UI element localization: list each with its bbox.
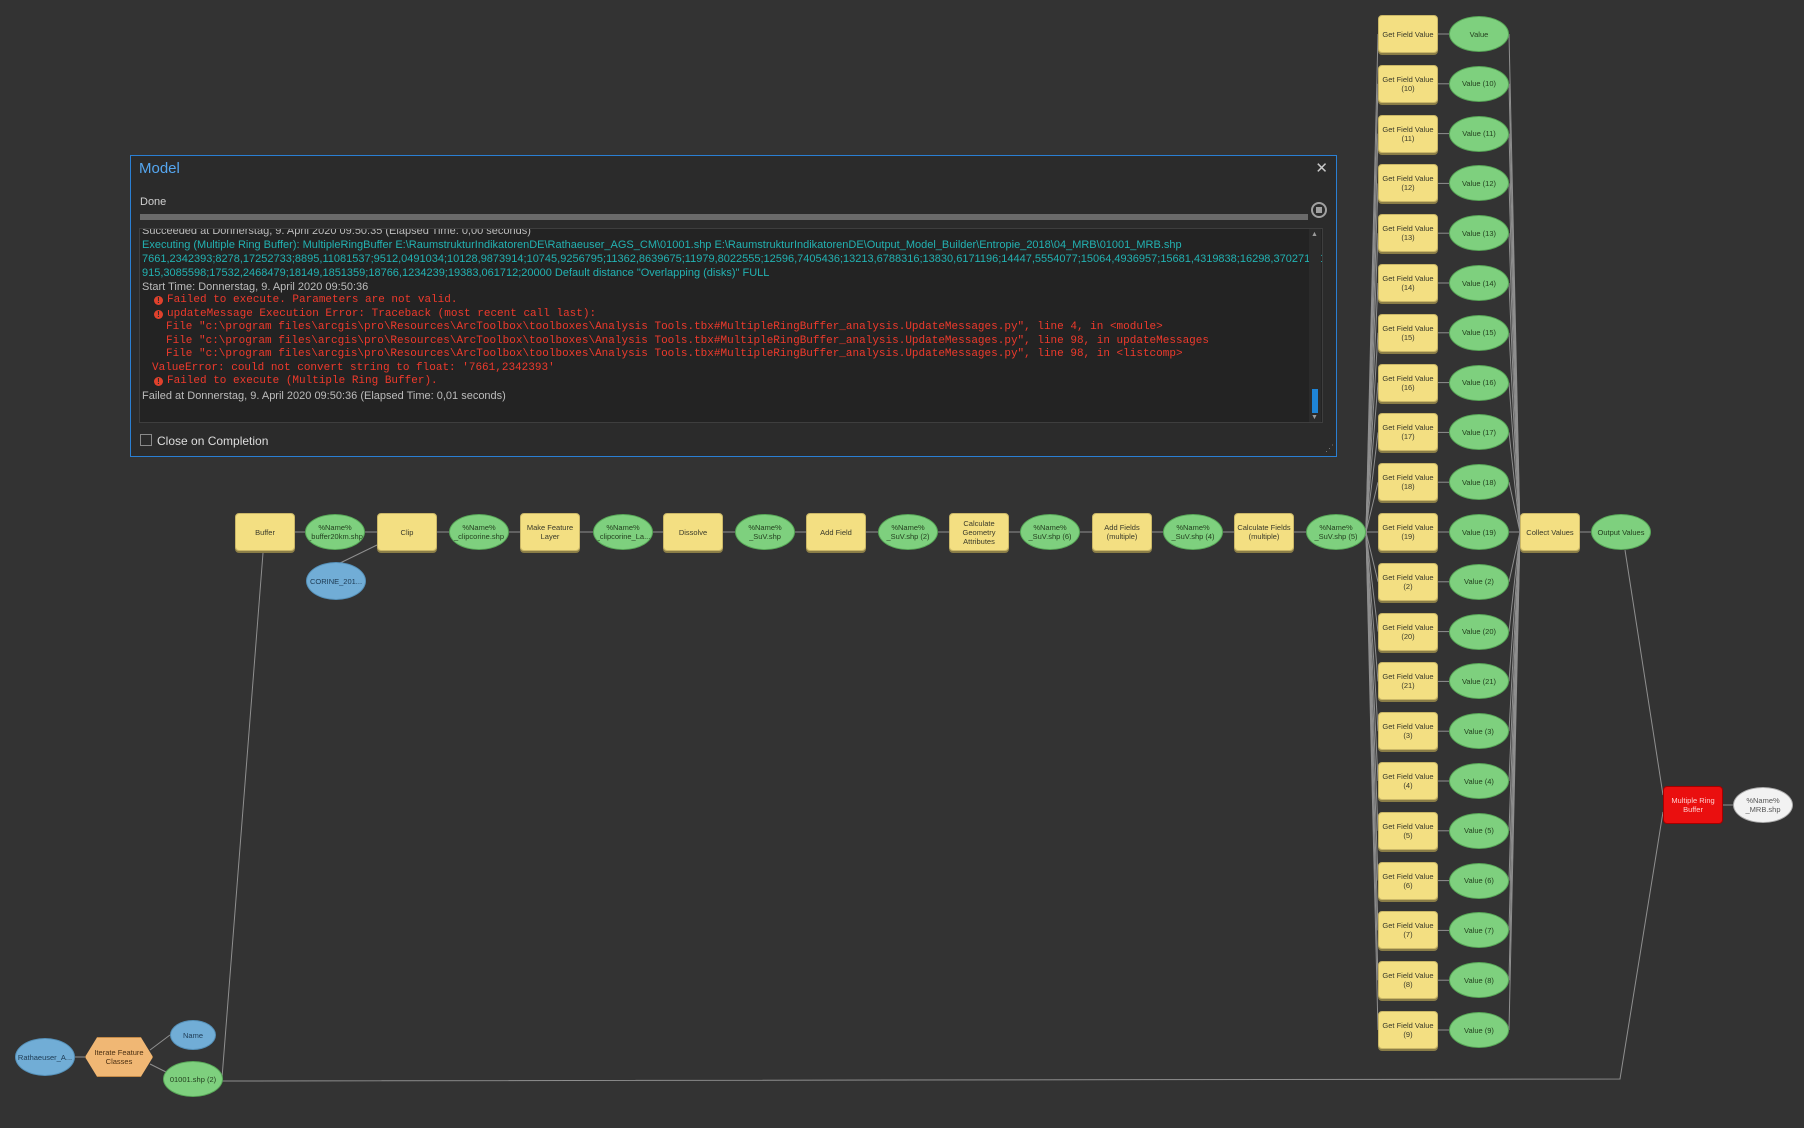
close-on-completion-checkbox[interactable] [140, 434, 152, 446]
tool-node[interactable]: Dissolve [663, 513, 723, 551]
message-log[interactable]: Succeeded at Donnerstag, 9. April 2020 0… [139, 228, 1323, 423]
value-node[interactable]: Value (11) [1449, 115, 1509, 152]
data-node[interactable]: %Name% _SuV.shp (4) [1163, 514, 1223, 550]
log-line: Start Time: Donnerstag, 9. April 2020 09… [142, 281, 369, 293]
shp-to-mrb-connector [221, 811, 1664, 1082]
value-node[interactable]: Value [1449, 16, 1509, 52]
log-line: File "c:\program files\arcgis\pro\Resour… [166, 321, 1163, 333]
value-node[interactable]: Value (15) [1449, 314, 1509, 351]
get-field-value-node[interactable]: Get Field Value (9) [1378, 1011, 1438, 1049]
scroll-down-icon[interactable]: ▼ [1311, 414, 1318, 421]
get-field-value-node[interactable]: Get Field Value (5) [1378, 811, 1438, 850]
log-line: File "c:\program files\arcgis\pro\Resour… [166, 348, 1183, 360]
log-line: ! Failed to execute (Multiple Ring Buffer… [142, 375, 1302, 389]
value-node[interactable]: Value (14) [1449, 265, 1509, 301]
name-connector [149, 1034, 171, 1051]
value-node[interactable]: Value (3) [1449, 713, 1509, 750]
get-field-value-node[interactable]: Get Field Value (18) [1378, 463, 1438, 502]
get-field-value-node[interactable]: Get Field Value (7) [1378, 911, 1438, 950]
get-field-value-node[interactable]: Get Field Value (13) [1378, 214, 1438, 253]
get-field-value-node[interactable]: Get Field Value (14) [1378, 264, 1438, 302]
data-node[interactable]: %Name% _buffer20km.shp [305, 514, 365, 550]
get-field-value-node[interactable]: Get Field Value (19) [1378, 513, 1438, 551]
get-field-value-node[interactable]: Get Field Value (8) [1378, 961, 1438, 1000]
model-dialog: Model ✕ Done Succeeded at Donnerstag, 9.… [130, 155, 1337, 457]
tool-node[interactable]: Clip [377, 513, 437, 551]
data-node[interactable]: %Name% _clipcorine.shp [449, 514, 509, 550]
error-icon: ! [154, 309, 163, 319]
data-node[interactable]: %Name% _SuV.shp (5) [1306, 514, 1366, 550]
close-icon[interactable]: ✕ [1315, 159, 1328, 177]
get-field-value-node[interactable]: Get Field Value (17) [1378, 413, 1438, 452]
stop-button[interactable] [1311, 202, 1327, 218]
shp-node[interactable]: 01001.shp (2) [163, 1061, 223, 1097]
name-node[interactable]: Name [170, 1020, 216, 1050]
get-field-value-node[interactable]: Get Field Value (16) [1378, 363, 1438, 402]
resize-grip-icon[interactable]: ⋰ [1325, 443, 1334, 454]
shp-to-buffer-connector [221, 552, 264, 1079]
get-field-value-node[interactable]: Get Field Value (6) [1378, 861, 1438, 900]
corine-input-node[interactable]: CORINE_201... [306, 562, 366, 600]
tool-node[interactable]: Calculate Fields (multiple) [1234, 513, 1294, 551]
log-line: 7661,2342393;8278,17252733;8895,11081537… [142, 253, 1323, 265]
get-field-value-node[interactable]: Get Field Value (3) [1378, 712, 1438, 751]
progress-bar [140, 214, 1308, 220]
get-field-value-node[interactable]: Get Field Value (4) [1378, 762, 1438, 800]
data-node[interactable]: %Name% _SuV.shp [735, 514, 795, 550]
value-node[interactable]: Value (19) [1449, 514, 1509, 550]
mrb-output-node[interactable]: %Name% _MRB.shp [1733, 787, 1793, 823]
scroll-thumb[interactable] [1312, 389, 1318, 413]
rathaeuser-input-node[interactable]: Rathaeuser_A... [15, 1038, 75, 1076]
get-field-value-node[interactable]: Get Field Value (11) [1378, 114, 1438, 153]
value-node[interactable]: Value (5) [1449, 812, 1509, 849]
log-line: Succeeded at Donnerstag, 9. April 2020 0… [142, 228, 531, 237]
value-node[interactable]: Value (16) [1449, 364, 1509, 401]
log-line: Failed at Donnerstag, 9. April 2020 09:5… [142, 389, 506, 402]
value-node[interactable]: Value (20) [1449, 613, 1509, 650]
value-node[interactable]: Value (10) [1449, 65, 1509, 102]
value-node[interactable]: Value (2) [1449, 563, 1509, 600]
log-line: File "c:\program files\arcgis\pro\Resour… [166, 334, 1209, 347]
iterate-feature-classes-node[interactable]: Iterate Feature Classes [85, 1037, 153, 1077]
value-node[interactable]: Value (4) [1449, 763, 1509, 799]
value-node[interactable]: Value (18) [1449, 464, 1509, 501]
output-values-node[interactable]: Output Values [1591, 514, 1651, 550]
log-line: ! updateMessage Execution Error: Tracebac… [142, 308, 1302, 322]
output-to-mrb-connector [1624, 549, 1664, 796]
get-field-value-node[interactable]: Get Field Value [1378, 15, 1438, 53]
log-line: ! Failed to execute. Parameters are not v… [142, 294, 1302, 308]
tool-node[interactable]: Buffer [235, 513, 295, 551]
tool-node[interactable]: Calculate Geometry Attributes [949, 513, 1009, 551]
status-text: Done [140, 196, 167, 208]
collect-values-node[interactable]: Collect Values [1520, 513, 1580, 551]
multiple-ring-buffer-node[interactable]: Multiple Ring Buffer [1663, 786, 1723, 824]
error-icon: ! [154, 377, 163, 386]
get-field-value-node[interactable]: Get Field Value (15) [1378, 313, 1438, 352]
data-node[interactable]: %Name% _clipcorine_La... [593, 514, 653, 550]
value-node[interactable]: Value (6) [1449, 862, 1509, 899]
tool-node[interactable]: Add Fields (multiple) [1092, 513, 1152, 551]
value-node[interactable]: Value (13) [1449, 215, 1509, 252]
data-node[interactable]: %Name% _SuV.shp (2) [878, 514, 938, 550]
tool-node[interactable]: Make Feature Layer [520, 513, 580, 551]
dialog-title: Model [139, 160, 180, 177]
value-node[interactable]: Value (8) [1449, 962, 1509, 999]
get-field-value-node[interactable]: Get Field Value (12) [1378, 164, 1438, 203]
log-line: 915,3085598;17532,2468479;18149,1851359;… [142, 267, 770, 279]
get-field-value-node[interactable]: Get Field Value (10) [1378, 64, 1438, 103]
data-node[interactable]: %Name% _SuV.shp (6) [1020, 514, 1080, 550]
error-icon: ! [154, 296, 163, 305]
value-node[interactable]: Value (9) [1449, 1012, 1509, 1048]
scroll-up-icon[interactable]: ▲ [1311, 231, 1318, 238]
close-on-completion-label: Close on Completion [157, 434, 269, 448]
log-scrollbar[interactable]: ▲ ▼ [1309, 229, 1321, 422]
tool-node[interactable]: Add Field [806, 513, 866, 551]
log-line: Executing (Multiple Ring Buffer): Multip… [142, 239, 1182, 251]
shp-connector [149, 1063, 167, 1073]
get-field-value-node[interactable]: Get Field Value (20) [1378, 612, 1438, 651]
get-field-value-node[interactable]: Get Field Value (2) [1378, 562, 1438, 601]
log-line: ValueError: could not convert string to … [152, 361, 555, 374]
get-field-value-node[interactable]: Get Field Value (21) [1378, 662, 1438, 701]
